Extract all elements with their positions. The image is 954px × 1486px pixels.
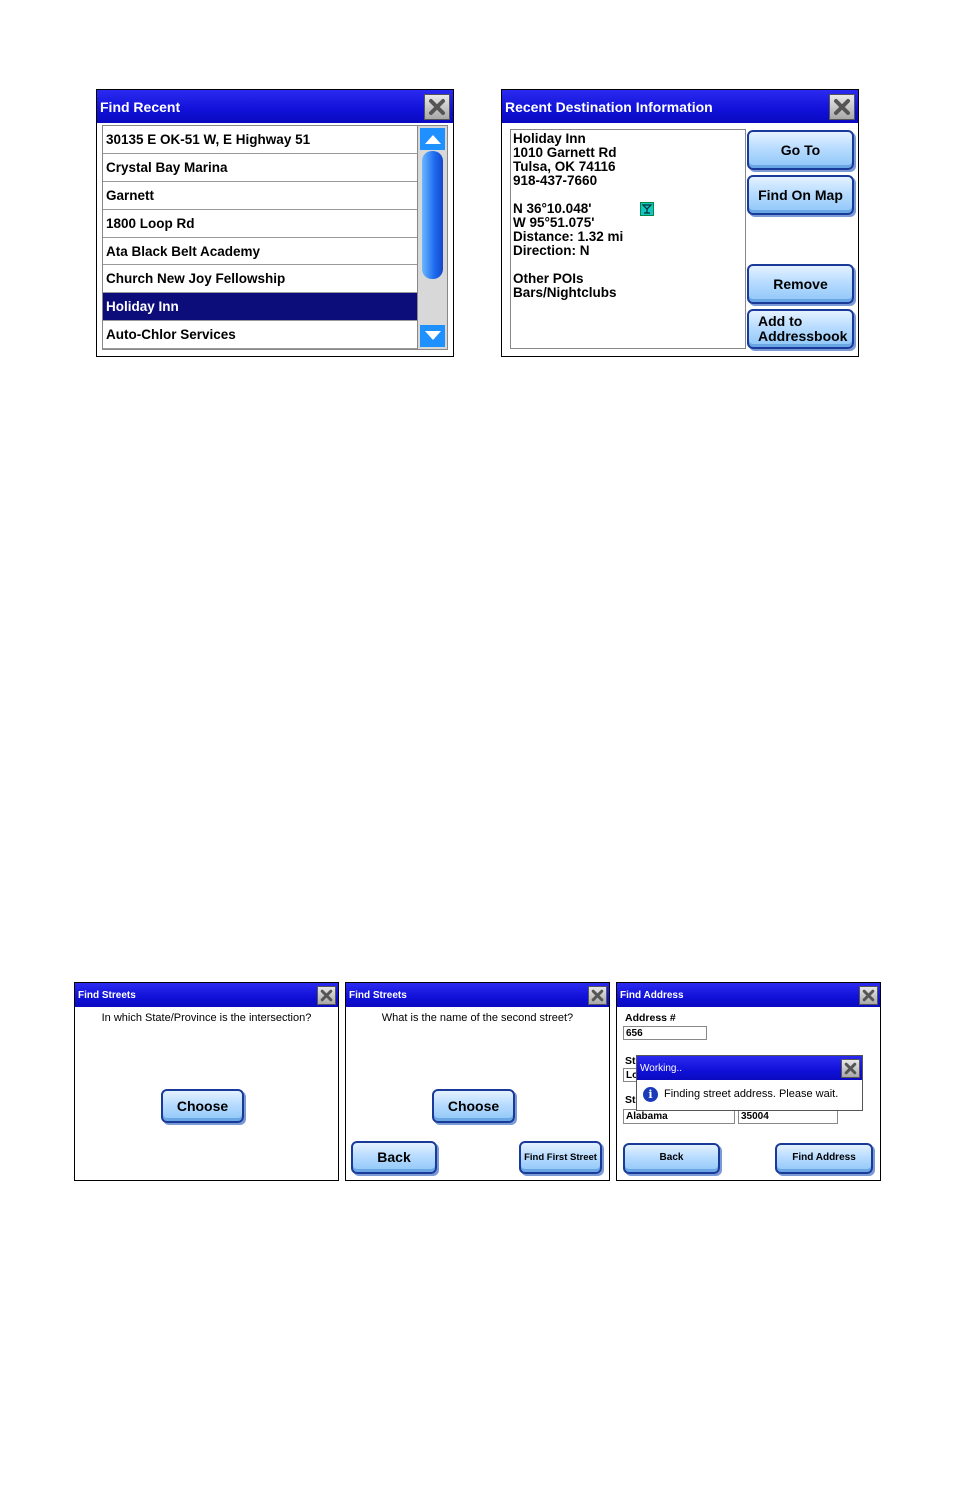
info-line: 918-437-7660 [513,173,598,188]
addressbook-label: Addressbook [758,328,848,344]
back-label: Back [377,1149,411,1166]
choose-button[interactable]: Choose [432,1089,515,1123]
remove-button[interactable]: Remove [747,264,854,304]
find-recent-titlebar: Find Recent [97,90,453,123]
list-item[interactable]: Auto-Chlor Services [103,321,417,350]
info-line [513,258,743,272]
close-button[interactable] [841,1059,860,1078]
arrow-up-icon [424,135,441,144]
recent-destination-window: Recent Destination Information Holiday I… [501,89,859,357]
close-icon [429,99,445,115]
list-item[interactable]: Ata Black Belt Academy [103,238,417,266]
scroll-up-button[interactable] [420,128,445,150]
list-item[interactable]: Crystal Bay Marina [103,154,417,182]
info-line: Bars/Nightclubs [513,285,617,300]
remove-label: Remove [773,275,828,292]
close-icon [844,1062,857,1075]
find-recent-window: Find Recent 30135 E OK-51 W, E Highway 5… [96,89,454,357]
close-icon [591,989,604,1002]
find-on-map-label: Find On Map [758,186,843,203]
address-number-field[interactable]: 656 [623,1026,707,1040]
list-item[interactable]: Church New Joy Fellowship [103,266,417,294]
recent-list: 30135 E OK-51 W, E Highway 51 Crystal Bay… [102,125,448,350]
close-icon [862,989,875,1002]
find-address-titlebar: Find Address [617,983,880,1007]
go-to-button[interactable]: Go To [747,130,854,170]
window-title: Recent Destination Information [505,99,713,115]
destination-info-text: Holiday Inn 1010 Garnett Rd Tulsa, OK 74… [510,129,746,349]
close-icon [834,99,850,115]
choose-label: Choose [176,1097,229,1114]
info-icon: i [643,1087,658,1102]
list-item[interactable]: Garnett [103,182,417,210]
street-label: St [625,1055,636,1067]
window-title: Find Streets [78,990,136,1001]
back-button[interactable]: Back [623,1143,720,1174]
info-line: Direction: N [513,243,590,258]
find-first-street-button[interactable]: Find First Street [519,1141,602,1174]
list-item[interactable]: Holiday Inn [103,293,417,322]
info-line: Other POIs [513,271,584,286]
question-text: What is the name of the second street? [381,1012,574,1024]
back-label: Back [659,1152,684,1164]
state-field[interactable]: Alabama [623,1109,735,1124]
info-line: Tulsa, OK 74116 [513,159,616,174]
choose-button[interactable]: Choose [161,1089,244,1123]
close-button[interactable] [588,986,607,1005]
add-to-label: Add to [758,313,803,330]
window-title: Find Address [620,990,684,1001]
working-titlebar: Working.. [637,1056,862,1080]
zip-field[interactable]: 35004 [738,1109,838,1124]
find-streets-second-window: Find Streets What is the name of the sec… [345,982,610,1181]
cocktail-glass-icon [640,202,654,216]
state-zip-label: St [625,1094,636,1106]
find-first-street-label: Find First Street [524,1151,597,1163]
question-text: In which State/Province is the intersect… [101,1012,312,1024]
scroll-down-button[interactable] [420,325,445,347]
scrollbar[interactable] [417,126,447,349]
working-dialog: Working.. i Finding street address. Plea… [636,1055,863,1111]
close-button[interactable] [317,986,336,1005]
go-to-label: Go To [780,141,821,158]
list-item[interactable]: 30135 E OK-51 W, E Highway 51 [103,126,417,154]
back-button[interactable]: Back [351,1141,437,1174]
choose-label: Choose [447,1097,500,1114]
find-streets-titlebar: Find Streets [346,983,609,1007]
window-title: Find Streets [349,990,407,1001]
find-address-label: Find Address [792,1152,856,1164]
close-icon [320,989,333,1002]
close-button[interactable] [424,94,450,120]
working-message: Finding street address. Please wait. [664,1088,839,1100]
list-item[interactable]: 1800 Loop Rd [103,210,417,238]
address-number-label: Address # [625,1012,676,1024]
scroll-thumb[interactable] [422,151,443,279]
recent-destination-titlebar: Recent Destination Information [502,90,858,123]
find-on-map-button[interactable]: Find On Map [747,175,854,215]
info-line: N 36°10.048' [513,201,592,216]
add-to-addressbook-button[interactable]: Add to Addressbook [747,309,854,349]
info-line: 1010 Garnett Rd [513,145,617,160]
info-line: W 95°51.075' [513,215,595,230]
find-address-window: Find Address Address # 656 St Lo St Alab… [616,982,881,1181]
info-line [513,188,743,202]
find-streets-state-window: Find Streets In which State/Province is … [74,982,339,1181]
info-line: Holiday Inn [513,131,586,146]
find-address-button[interactable]: Find Address [775,1143,873,1174]
window-title: Find Recent [100,99,181,115]
arrow-down-icon [424,331,441,340]
info-line: Distance: 1.32 mi [513,229,624,244]
dialog-title: Working.. [640,1063,683,1074]
close-button[interactable] [829,94,855,120]
close-button[interactable] [859,986,878,1005]
find-streets-titlebar: Find Streets [75,983,338,1007]
